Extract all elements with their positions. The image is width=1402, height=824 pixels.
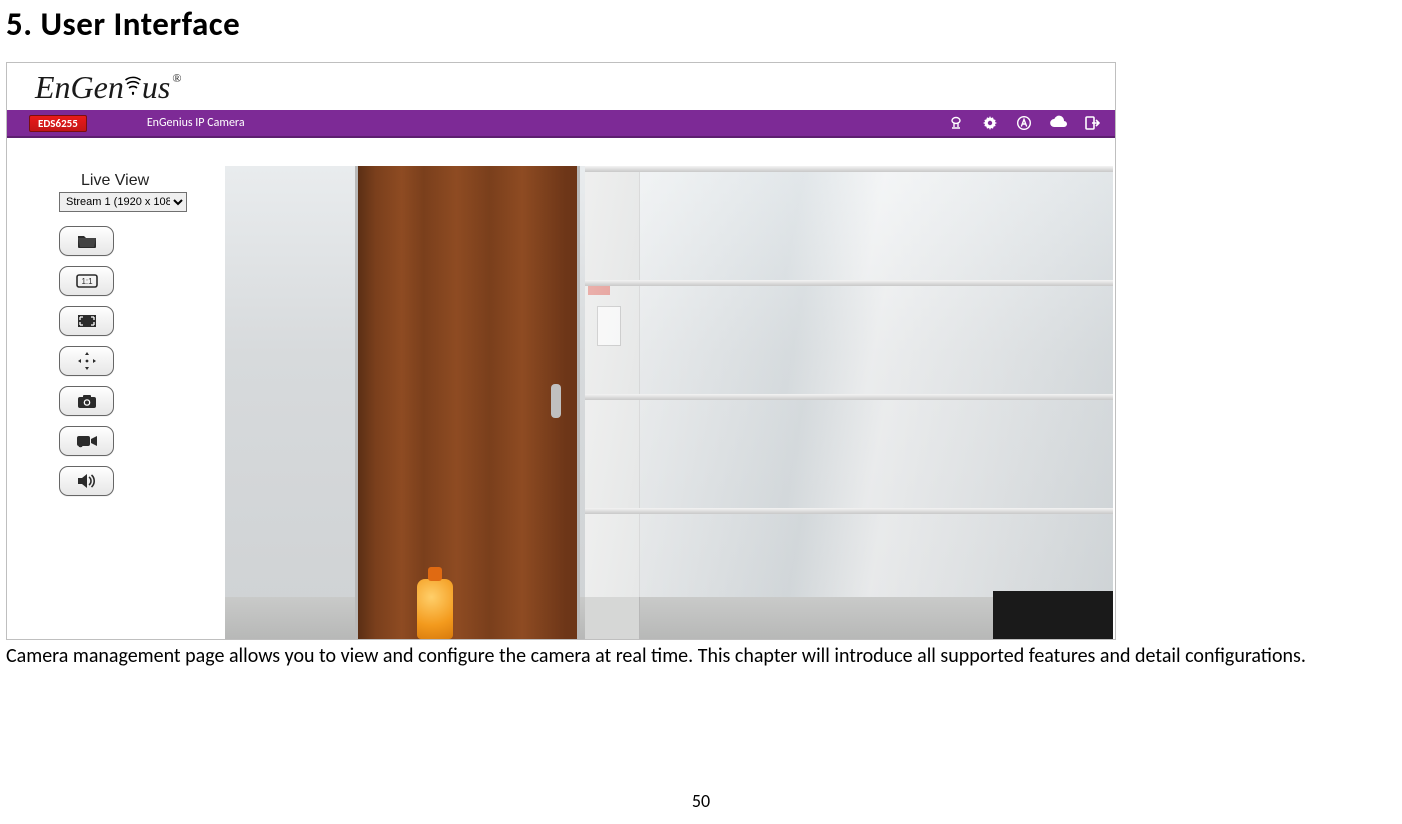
camera-icon[interactable]: [947, 114, 965, 132]
pan-button[interactable]: [59, 346, 114, 376]
fullscreen-icon: [77, 314, 97, 328]
door-image: [355, 166, 580, 639]
section-heading: 5. User Interface: [6, 4, 1396, 44]
record-icon: [76, 434, 98, 448]
side-column: Live View Stream 1 (1920 x 1080) 1:1: [9, 166, 225, 639]
product-name: EnGenius IP Camera: [147, 116, 245, 130]
caption-text: Camera management page allows you to vie…: [6, 644, 1396, 670]
cloud-icon[interactable]: [1049, 114, 1067, 132]
brand-row: EnGenus®: [7, 63, 1115, 110]
live-view-label: Live View: [81, 172, 225, 190]
page-number: 50: [0, 790, 1402, 812]
gear-icon[interactable]: [981, 114, 999, 132]
side-button-group: 1:1: [59, 226, 225, 496]
stream-select[interactable]: Stream 1 (1920 x 1080): [59, 192, 187, 212]
glass-panel: [585, 166, 1113, 639]
svg-text:1:1: 1:1: [81, 277, 93, 286]
ui-screenshot: EnGenus® EDS6255 EnGenius IP Camera Live…: [6, 62, 1116, 640]
top-bar: EDS6255 EnGenius IP Camera: [7, 110, 1115, 138]
brand-logo: EnGenus®: [35, 69, 181, 106]
registered-mark: ®: [172, 71, 181, 86]
logout-icon[interactable]: [1083, 114, 1101, 132]
volume-button[interactable]: [59, 466, 114, 496]
record-button[interactable]: [59, 426, 114, 456]
content-area: Live View Stream 1 (1920 x 1080) 1:1: [7, 138, 1115, 639]
actual-size-button[interactable]: 1:1: [59, 266, 114, 296]
topbar-icons: [947, 110, 1101, 136]
bottle-image: [417, 579, 453, 639]
fullscreen-button[interactable]: [59, 306, 114, 336]
actual-size-icon: 1:1: [76, 274, 98, 288]
volume-icon: [77, 473, 97, 489]
snapshot-icon: [77, 394, 97, 409]
video-pane: [225, 166, 1113, 639]
folder-icon: [77, 233, 97, 249]
auto-icon[interactable]: [1015, 114, 1033, 132]
wifi-icon: [125, 67, 141, 104]
pan-icon: [77, 351, 97, 371]
snapshot-button[interactable]: [59, 386, 114, 416]
folder-button[interactable]: [59, 226, 114, 256]
model-badge: EDS6255: [29, 115, 87, 132]
